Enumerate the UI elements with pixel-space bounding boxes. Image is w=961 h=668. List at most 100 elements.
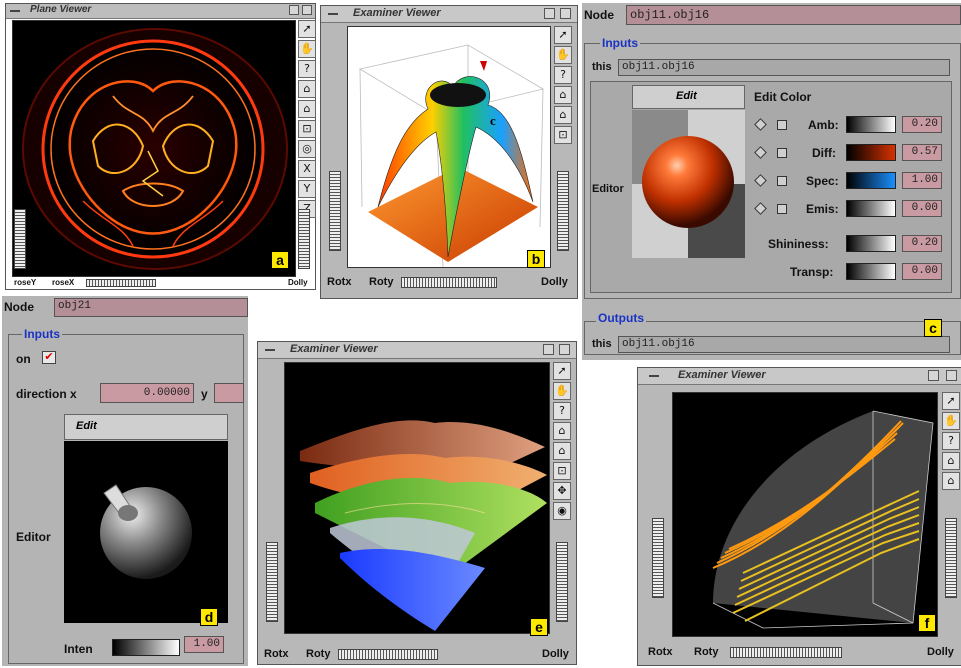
plane-viewer-viewport[interactable] bbox=[12, 20, 296, 277]
roty-thumbwheel[interactable] bbox=[401, 277, 497, 288]
inten-slider[interactable] bbox=[112, 639, 180, 656]
seek-icon[interactable]: ✥ bbox=[553, 482, 571, 500]
question-icon[interactable]: ? bbox=[554, 66, 572, 84]
examiner-toolbar-f: ➚ ✋ ? ⌂ ⌂ bbox=[942, 392, 961, 492]
set-home-icon[interactable]: ⌂ bbox=[553, 442, 571, 460]
rotx-thumbwheel[interactable] bbox=[329, 171, 341, 251]
figure-label-f: f bbox=[918, 614, 936, 632]
minimize-button[interactable] bbox=[544, 8, 555, 19]
examiner-viewer-f: Examiner Viewer ➚ ✋ ? ⌂ ⌂ Rotx Roty Doll… bbox=[637, 367, 961, 666]
examiner-titlebar-b[interactable]: Examiner Viewer bbox=[321, 6, 577, 23]
set-home-icon[interactable]: ⌂ bbox=[298, 100, 316, 118]
view-all-icon[interactable]: ⊡ bbox=[553, 462, 571, 480]
pointer-icon[interactable]: ➚ bbox=[298, 20, 316, 38]
spec-checkbox[interactable] bbox=[777, 176, 787, 186]
transp-slider[interactable] bbox=[846, 263, 896, 280]
plane-viewer-toolbar: ➚ ✋ ? ⌂ ⌂ ⊡ ◎ X Y Z bbox=[298, 20, 318, 220]
hand-icon[interactable]: ✋ bbox=[553, 382, 571, 400]
hand-icon[interactable]: ✋ bbox=[942, 412, 960, 430]
home-icon[interactable]: ⌂ bbox=[554, 86, 572, 104]
shininess-slider[interactable] bbox=[846, 235, 896, 252]
minimize-button[interactable] bbox=[928, 370, 939, 381]
amb-slider[interactable] bbox=[846, 116, 896, 133]
emis-value[interactable]: 0.00 bbox=[902, 200, 942, 217]
transp-label: Transp: bbox=[790, 265, 834, 279]
dolly-label: Dolly bbox=[542, 648, 569, 660]
this-field[interactable]: obj11.obj16 bbox=[618, 59, 950, 76]
diff-value[interactable]: 0.57 bbox=[902, 144, 942, 161]
surface-plot-render: c bbox=[348, 27, 550, 267]
maximize-button[interactable] bbox=[559, 344, 570, 355]
view-all-icon[interactable]: ⊡ bbox=[554, 126, 572, 144]
pointer-icon[interactable]: ➚ bbox=[554, 26, 572, 44]
left-thumbwheel[interactable] bbox=[14, 209, 26, 269]
seek-icon[interactable]: ◎ bbox=[298, 140, 316, 158]
examiner-viewport-f[interactable] bbox=[672, 392, 938, 637]
home-icon[interactable]: ⌂ bbox=[553, 422, 571, 440]
question-icon[interactable]: ? bbox=[553, 402, 571, 420]
camera-icon[interactable]: ◉ bbox=[553, 502, 571, 520]
dolly-thumbwheel[interactable] bbox=[556, 542, 568, 622]
examiner-viewport-b[interactable]: c bbox=[347, 26, 551, 268]
direction-x-field[interactable]: 0.00000 bbox=[100, 383, 194, 403]
set-home-icon[interactable]: ⌂ bbox=[554, 106, 572, 124]
maximize-button[interactable] bbox=[302, 5, 312, 15]
view-all-icon[interactable]: ⊡ bbox=[298, 120, 316, 138]
outputs-section-label: Outputs bbox=[596, 311, 646, 325]
examiner-viewer-e: Examiner Viewer ➚ ✋ ? ⌂ ⌂ ⊡ ✥ ◉ Rotx Rot… bbox=[257, 341, 577, 665]
minimize-button[interactable] bbox=[289, 5, 299, 15]
emis-checkbox[interactable] bbox=[777, 204, 787, 214]
question-icon[interactable]: ? bbox=[942, 432, 960, 450]
diff-slider[interactable] bbox=[846, 144, 896, 161]
dolly-thumbwheel[interactable] bbox=[557, 171, 569, 251]
maximize-button[interactable] bbox=[946, 370, 957, 381]
inputs-section-label: Inputs bbox=[600, 36, 640, 50]
edit-tab-label: Edit bbox=[676, 90, 697, 102]
inten-value[interactable]: 1.00 bbox=[184, 636, 224, 653]
spec-value[interactable]: 1.00 bbox=[902, 172, 942, 189]
emis-slider[interactable] bbox=[846, 200, 896, 217]
plane-viewer-title: Plane Viewer bbox=[30, 4, 92, 15]
pointer-icon[interactable]: ➚ bbox=[942, 392, 960, 410]
roty-thumbwheel[interactable] bbox=[338, 649, 438, 660]
hand-icon[interactable]: ✋ bbox=[298, 40, 316, 58]
home-icon[interactable]: ⌂ bbox=[942, 452, 960, 470]
direction-y-field[interactable] bbox=[214, 383, 244, 403]
diff-checkbox[interactable] bbox=[777, 148, 787, 158]
roty-thumbwheel[interactable] bbox=[730, 647, 842, 658]
emis-label: Emis: bbox=[806, 202, 839, 216]
pointer-icon[interactable]: ➚ bbox=[553, 362, 571, 380]
bottom-thumbwheel[interactable] bbox=[86, 279, 156, 287]
shininess-value[interactable]: 0.20 bbox=[902, 235, 942, 252]
home-icon[interactable]: ⌂ bbox=[298, 80, 316, 98]
on-checkbox[interactable]: ✔ bbox=[42, 351, 56, 364]
examiner-titlebar-e[interactable]: Examiner Viewer bbox=[258, 342, 576, 359]
set-home-icon[interactable]: ⌂ bbox=[942, 472, 960, 490]
rotx-thumbwheel[interactable] bbox=[652, 518, 664, 598]
x-axis-icon[interactable]: X bbox=[298, 160, 316, 178]
window-menu-icon[interactable] bbox=[264, 344, 276, 355]
amb-value[interactable]: 0.20 bbox=[902, 116, 942, 133]
plane-viewer-titlebar[interactable]: Plane Viewer bbox=[6, 4, 315, 19]
hand-icon[interactable]: ✋ bbox=[554, 46, 572, 64]
spec-slider[interactable] bbox=[846, 172, 896, 189]
question-icon[interactable]: ? bbox=[298, 60, 316, 78]
window-menu-icon[interactable] bbox=[327, 8, 339, 19]
editor-label: Editor bbox=[592, 183, 624, 195]
examiner-titlebar-f[interactable]: Examiner Viewer bbox=[638, 368, 961, 385]
out-this-field[interactable]: obj11.obj16 bbox=[618, 336, 950, 353]
node-name-field-d[interactable]: obj21 bbox=[54, 298, 248, 317]
window-menu-icon[interactable] bbox=[648, 370, 660, 381]
dolly-thumbwheel[interactable] bbox=[945, 518, 957, 598]
rotx-label: Rotx bbox=[264, 648, 289, 660]
examiner-viewport-e[interactable] bbox=[284, 362, 550, 634]
right-thumbwheel[interactable] bbox=[298, 209, 310, 269]
maximize-button[interactable] bbox=[560, 8, 571, 19]
rotx-thumbwheel[interactable] bbox=[266, 542, 278, 622]
node-name-field[interactable]: obj11.obj16 bbox=[626, 5, 961, 25]
window-menu-icon[interactable] bbox=[9, 5, 21, 16]
amb-checkbox[interactable] bbox=[777, 120, 787, 130]
minimize-button[interactable] bbox=[543, 344, 554, 355]
y-axis-icon[interactable]: Y bbox=[298, 180, 316, 198]
transp-value[interactable]: 0.00 bbox=[902, 263, 942, 280]
